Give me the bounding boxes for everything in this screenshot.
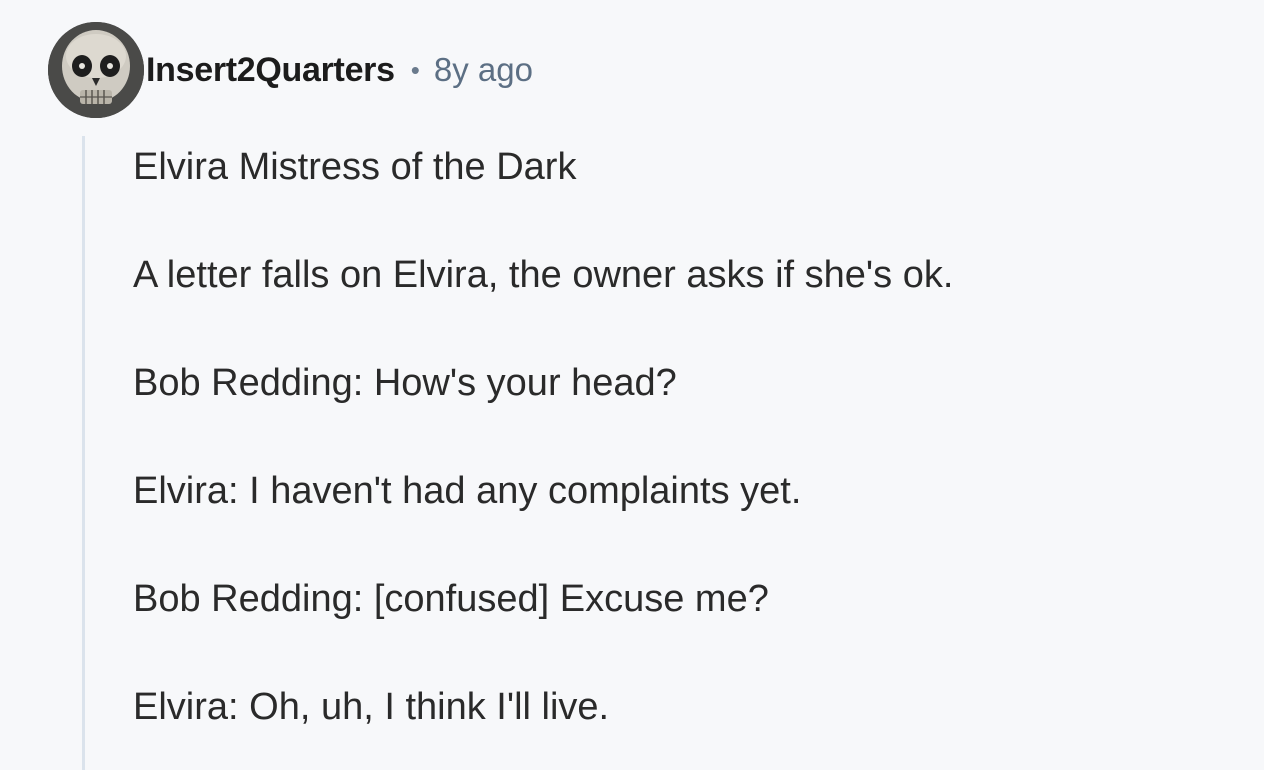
comment-paragraph: Elvira Mistress of the Dark: [133, 146, 577, 188]
author-username[interactable]: Insert2Quarters: [146, 51, 395, 90]
meta-separator: •: [410, 54, 420, 85]
comment: Insert2Quarters • 8y ago Elvira Mistress…: [0, 0, 1264, 770]
comment-meta: Insert2Quarters • 8y ago: [146, 48, 533, 92]
comment-paragraph: Bob Redding: How's your head?: [133, 362, 677, 404]
comment-paragraph: Elvira: Oh, uh, I think I'll live.: [133, 686, 610, 728]
comment-paragraph: A letter falls on Elvira, the owner asks…: [133, 254, 954, 296]
comment-paragraph: Bob Redding: [confused] Excuse me?: [133, 578, 769, 620]
comment-body: Elvira Mistress of the Dark A letter fal…: [133, 140, 1233, 734]
comment-paragraph: Elvira: I haven't had any complaints yet…: [133, 470, 802, 512]
comment-timestamp[interactable]: 8y ago: [434, 51, 533, 89]
avatar[interactable]: [48, 22, 144, 118]
thread-collapse-line[interactable]: [82, 136, 85, 770]
skull-icon: [48, 22, 144, 118]
